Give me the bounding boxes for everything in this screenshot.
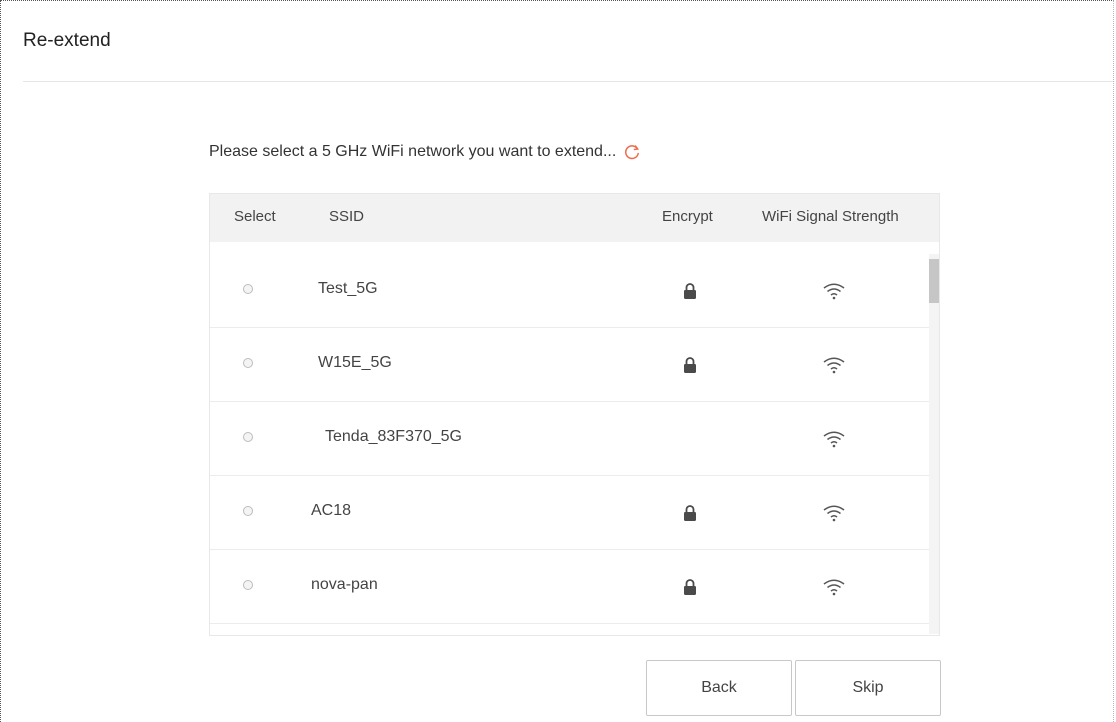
header-select: Select (234, 208, 276, 225)
wifi-signal-icon (823, 357, 845, 374)
ssid-label: nova-pan (311, 576, 378, 593)
select-radio[interactable] (243, 358, 253, 368)
ssid-label: Test_5G (318, 280, 378, 297)
network-list: Test_5G W15E_5G Tenda_83F370_5G AC18 nov… (210, 254, 930, 634)
network-table: Select SSID Encrypt WiFi Signal Strength… (209, 193, 940, 636)
lock-icon (684, 357, 696, 373)
wifi-signal-icon (823, 579, 845, 596)
list-scrollbar[interactable] (929, 254, 939, 634)
lock-icon (684, 579, 696, 595)
scrollbar-thumb[interactable] (929, 259, 939, 303)
lock-icon (684, 283, 696, 299)
title-divider (23, 81, 1113, 82)
page-title: Re-extend (23, 30, 111, 51)
header-ssid: SSID (329, 208, 365, 225)
wifi-signal-icon (823, 283, 845, 300)
network-row[interactable]: Tenda_83F370_5G (210, 402, 930, 476)
header-encrypt: Encrypt (662, 208, 713, 225)
select-network-prompt: Please select a 5 GHz WiFi network you w… (209, 143, 641, 161)
network-row[interactable]: W15E_5G (210, 328, 930, 402)
network-row[interactable]: nova-pan (210, 550, 930, 624)
ssid-label: AC18 (311, 502, 352, 519)
wifi-signal-icon (823, 431, 845, 448)
network-row[interactable]: Test_5G (210, 254, 930, 328)
prompt-text: Please select a 5 GHz WiFi network you w… (209, 143, 617, 160)
wifi-signal-icon (823, 505, 845, 522)
ssid-label: W15E_5G (318, 354, 392, 371)
select-radio[interactable] (243, 284, 253, 294)
ssid-label: Tenda_83F370_5G (325, 428, 462, 445)
skip-button[interactable]: Skip (795, 660, 941, 716)
lock-icon (684, 505, 696, 521)
select-radio[interactable] (243, 506, 253, 516)
select-radio[interactable] (243, 580, 253, 590)
refresh-icon[interactable] (623, 143, 641, 161)
select-radio[interactable] (243, 432, 253, 442)
network-row[interactable]: AC18 (210, 476, 930, 550)
header-signal-strength: WiFi Signal Strength (762, 208, 899, 225)
back-button[interactable]: Back (646, 660, 792, 716)
table-header: Select SSID Encrypt WiFi Signal Strength (210, 194, 939, 242)
